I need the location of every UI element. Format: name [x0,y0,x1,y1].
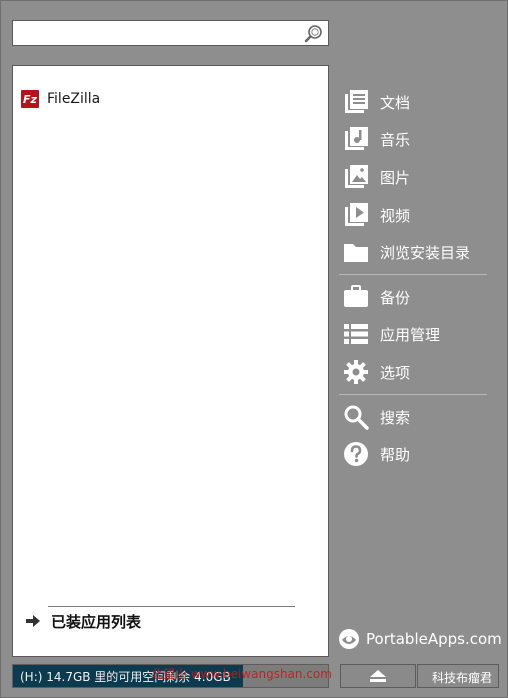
menu-label: 图片 [380,168,411,187]
eject-icon [370,670,386,682]
documents-icon [345,90,368,113]
app-list-panel: Fz FileZilla 已装应用列表 [12,65,329,657]
menu-documents[interactable]: 文档 [342,86,492,118]
search-input[interactable] [17,23,297,43]
menu-videos[interactable]: 视频 [342,199,492,231]
gear-icon [344,360,368,384]
menu-divider [339,274,487,275]
menu-label: 浏览安装目录 [380,243,471,262]
pictures-icon [345,165,368,188]
menu-label: 视频 [380,206,411,225]
menu-options[interactable]: 选项 [342,356,492,388]
folder-icon [344,244,368,262]
menu-app-management[interactable]: 应用管理 [342,318,492,350]
watermark-corner-text: 科技布瘤君 [432,671,493,685]
watermark-text: 北望山 www.beiwangshan.com [151,667,332,681]
search-box[interactable] [12,20,329,46]
portableapps-logo[interactable]: PortableApps.com [338,625,502,653]
portableapps-icon [339,629,359,649]
menu-pictures[interactable]: 图片 [342,161,492,193]
app-item-label: FileZilla [47,91,101,107]
arrow-right-icon [26,615,40,627]
help-icon [344,442,368,466]
menu-label: 备份 [380,288,411,307]
menu-browse-install-dir[interactable]: 浏览安装目录 [342,236,492,268]
menu-label: 选项 [380,363,411,382]
briefcase-icon [344,285,368,307]
menu-label: 搜索 [380,408,411,427]
launcher-window: Fz FileZilla 已装应用列表 文档 音乐 图片 视频 浏览安装目录 备… [0,0,508,698]
menu-divider [339,394,487,395]
divider [48,606,295,607]
eject-button[interactable] [340,664,416,688]
menu-label: 应用管理 [380,325,441,344]
installed-apps-toggle[interactable]: 已装应用列表 [25,610,141,632]
filezilla-icon: Fz [21,90,39,108]
menu-search[interactable]: 搜索 [342,401,492,433]
app-item-filezilla[interactable]: Fz FileZilla [21,88,100,110]
list-icon [344,324,368,344]
menu-backup[interactable]: 备份 [342,281,492,313]
corner-panel: 科技布瘤君 [417,664,499,688]
search-magnifier-icon[interactable] [304,24,324,44]
menu-music[interactable]: 音乐 [342,123,492,155]
search-icon [344,405,369,430]
menu-help[interactable]: 帮助 [342,438,492,470]
menu-label: 文档 [380,93,411,112]
brand-label: PortableApps.com [366,630,502,648]
menu-label: 帮助 [380,445,411,464]
music-icon [345,127,368,150]
installed-apps-label: 已装应用列表 [51,612,142,631]
menu-label: 音乐 [380,130,411,149]
videos-icon [345,203,368,226]
